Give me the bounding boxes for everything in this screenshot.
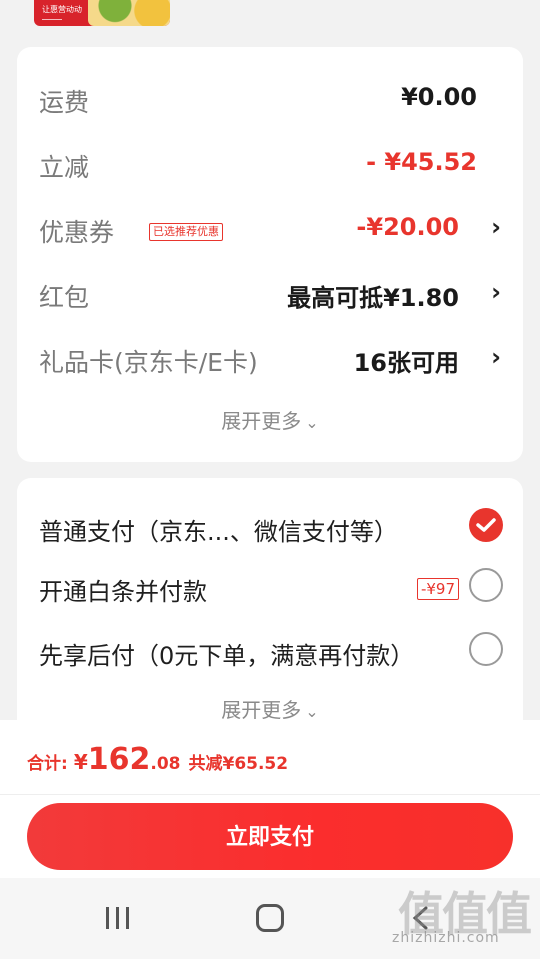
discount-tag: -¥97	[416, 578, 459, 600]
payment-card: 普通支付（京东...、微信支付等） 开通白条并付款 -¥97 先享后付（0元下单…	[17, 478, 523, 738]
pay-now-button[interactable]: 立即支付	[27, 803, 513, 870]
radio-icon[interactable]	[469, 568, 503, 602]
total-decimal: .08	[150, 754, 181, 774]
red-packet-value: 最高可抵¥1.80	[287, 284, 459, 312]
total-integer: 162	[87, 742, 151, 777]
divider	[0, 794, 540, 795]
red-packet-row[interactable]: 红包 最高可抵¥1.80 ›	[39, 272, 503, 312]
payment-expand-more[interactable]: 展开更多 ⌄	[17, 694, 523, 723]
coupon-tag: 已选推荐优惠	[149, 223, 223, 241]
chevron-down-icon: ⌄	[305, 413, 319, 432]
recent-apps-icon[interactable]	[104, 906, 132, 930]
expand-label: 展开更多	[221, 698, 302, 722]
coupon-row[interactable]: 优惠券 已选推荐优惠 -¥20.00 ›	[39, 207, 503, 247]
instant-discount-row: 立减 - ¥45.52	[39, 142, 503, 182]
payment-option-label: 先享后付（0元下单，满意再付款）	[39, 642, 415, 670]
shipping-value: ¥0.00	[401, 83, 477, 111]
chevron-right-icon: ›	[491, 278, 501, 306]
gift-card-label: 礼品卡(京东卡/E卡)	[39, 348, 258, 377]
chevron-right-icon: ›	[491, 343, 501, 371]
coupon-value: -¥20.00	[356, 213, 459, 241]
currency-symbol: ¥	[73, 750, 88, 774]
checkout-bar: 合计: ¥162.08 共减¥65.52 立即支付	[0, 720, 540, 878]
payment-option-label: 普通支付（京东...、微信支付等）	[39, 518, 398, 546]
food-image	[88, 0, 170, 26]
promo-text: 让惠营动动	[42, 5, 82, 14]
chevron-down-icon: ⌄	[305, 702, 319, 721]
radio-checked-icon[interactable]	[469, 508, 503, 542]
home-icon[interactable]	[256, 904, 284, 932]
gift-card-row[interactable]: 礼品卡(京东卡/E卡) 16张可用 ›	[39, 337, 503, 377]
chevron-right-icon: ›	[491, 213, 501, 241]
shipping-label: 运费	[39, 88, 90, 117]
payment-option-pay-later[interactable]: 先享后付（0元下单，满意再付款）	[39, 628, 503, 672]
watermark-url: zhizhizhi.com	[392, 930, 500, 946]
order-total: 合计: ¥162.08 共减¥65.52	[27, 742, 288, 777]
payment-option-normal[interactable]: 普通支付（京东...、微信支付等）	[39, 504, 503, 548]
coupon-label: 优惠券	[39, 218, 115, 247]
total-label: 合计:	[27, 754, 68, 774]
system-nav-bar: 值值值 zhizhizhi.com	[0, 878, 540, 959]
expand-label: 展开更多	[221, 409, 302, 433]
watermark-logo: 值值值 zhizhizhi.com	[392, 878, 532, 952]
payment-option-baitiao[interactable]: 开通白条并付款 -¥97	[39, 564, 503, 608]
total-saved: 共减¥65.52	[188, 754, 289, 774]
fee-card: 运费 ¥0.00 立减 - ¥45.52 优惠券 已选推荐优惠 -¥20.00 …	[17, 47, 523, 462]
gift-card-value: 16张可用	[353, 349, 459, 377]
payment-option-label: 开通白条并付款	[39, 578, 207, 606]
radio-icon[interactable]	[469, 632, 503, 666]
checkout-page: 让惠营动动 运费 ¥0.00 立减 - ¥45.52 优惠券 已选推荐优惠 -¥…	[0, 0, 540, 959]
promo-image[interactable]: 让惠营动动	[34, 0, 170, 26]
shipping-row: 运费 ¥0.00	[39, 77, 503, 117]
instant-discount-label: 立减	[39, 153, 90, 182]
instant-discount-value: - ¥45.52	[366, 148, 477, 176]
red-packet-label: 红包	[39, 283, 90, 312]
promo-line	[42, 19, 62, 20]
fees-expand-more[interactable]: 展开更多 ⌄	[17, 405, 523, 434]
